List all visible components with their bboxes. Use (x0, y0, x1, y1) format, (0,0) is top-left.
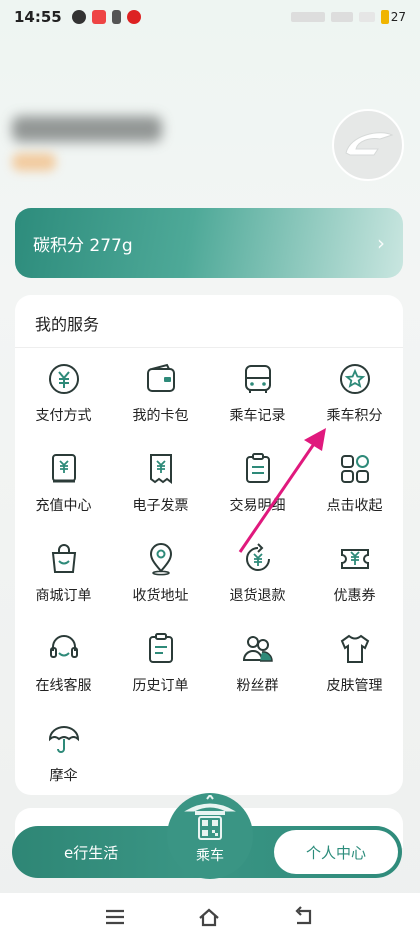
bus-icon (244, 365, 271, 393)
tab-e-life[interactable]: e行生活 (64, 842, 118, 863)
grid-collapse-icon (340, 455, 369, 483)
carbon-points-label: 碳积分 277g (33, 235, 133, 256)
location-pin-icon (149, 543, 172, 576)
service-payment-method[interactable]: 支付方式 (15, 361, 112, 441)
profile-name-blurred (12, 116, 162, 142)
tab-ride-label: 乘车 (196, 848, 224, 864)
status-right: 27 (290, 10, 406, 24)
service-ride-points[interactable]: 乘车积分 (306, 361, 403, 441)
service-label: 历史订单 (132, 678, 189, 694)
service-recharge-center[interactable]: 充值中心 (15, 451, 112, 531)
service-coupons[interactable]: 优惠券 (306, 541, 403, 621)
chevron-right-icon: › (377, 231, 385, 255)
phone-notification-icon (111, 10, 121, 24)
coupon-icon (340, 549, 369, 569)
wifi-icon (358, 12, 375, 22)
invoice-icon (149, 454, 172, 484)
system-nav-bar (0, 893, 420, 940)
service-label: 粉丝群 (236, 678, 279, 694)
service-label: 点击收起 (326, 498, 383, 514)
services-card: 我的服务 支付方式 我的卡包 乘车记录 乘车积分 充值中心 电子发票 交易明细 … (15, 295, 403, 795)
app-notification-icon (91, 10, 106, 24)
service-label: 乘车记录 (229, 408, 286, 424)
status-time: 14:55 (14, 8, 62, 26)
signal-icon (290, 12, 325, 22)
service-label: 摩伞 (49, 768, 78, 784)
tab-personal-center[interactable]: 个人中心 (274, 830, 398, 874)
service-label: 支付方式 (35, 408, 92, 424)
service-umbrella[interactable]: 摩伞 (15, 721, 112, 801)
recharge-book-icon (51, 454, 76, 483)
gear-icon (71, 10, 86, 24)
service-ride-records[interactable]: 乘车记录 (209, 361, 306, 441)
avatar[interactable] (332, 109, 404, 181)
services-title: 我的服务 (35, 315, 100, 334)
shirt-icon (340, 634, 369, 663)
service-label: 皮肤管理 (326, 678, 383, 694)
status-notification-icons (71, 10, 141, 24)
service-collapse[interactable]: 点击收起 (306, 451, 403, 531)
service-e-invoice[interactable]: 电子发票 (112, 451, 209, 531)
menu-icon[interactable] (103, 905, 127, 929)
service-my-cards[interactable]: 我的卡包 (112, 361, 209, 441)
service-label: 电子发票 (132, 498, 189, 514)
service-label: 乘车积分 (326, 408, 383, 424)
service-returns-refunds[interactable]: 退货退款 (209, 541, 306, 621)
service-label: 充值中心 (35, 498, 92, 514)
service-label: 商城订单 (35, 588, 92, 604)
service-online-support[interactable]: 在线客服 (15, 631, 112, 711)
wallet-icon (146, 363, 175, 392)
battery-indicator: 27 (380, 10, 406, 24)
signal2-icon (330, 12, 353, 22)
service-label: 退货退款 (229, 588, 286, 604)
service-transaction-details[interactable]: 交易明细 (209, 451, 306, 531)
service-label: 优惠券 (333, 588, 376, 604)
brand-notification-icon (126, 10, 141, 24)
divider (15, 347, 403, 348)
shopping-bag-icon (51, 544, 76, 573)
star-badge-icon (339, 364, 370, 394)
service-label: 交易明细 (229, 498, 286, 514)
yuan-coin-icon (48, 364, 79, 394)
refund-icon (245, 543, 270, 571)
tab-ride[interactable]: 乘车 (167, 793, 253, 879)
service-mall-orders[interactable]: 商城订单 (15, 541, 112, 621)
group-icon (242, 636, 273, 662)
profile-tag-blurred (12, 153, 56, 171)
clipboard-icon (245, 453, 270, 483)
headset-icon (49, 635, 78, 658)
service-skin-management[interactable]: 皮肤管理 (306, 631, 403, 711)
service-shipping-address[interactable]: 收货地址 (112, 541, 209, 621)
service-history-orders[interactable]: 历史订单 (112, 631, 209, 711)
logo-icon (345, 132, 394, 156)
service-label: 收货地址 (132, 588, 189, 604)
service-fan-group[interactable]: 粉丝群 (209, 631, 306, 711)
battery-icon (380, 10, 389, 24)
qr-pavilion-icon (184, 795, 236, 840)
status-bar: 14:55 27 (0, 0, 420, 34)
back-icon[interactable] (291, 905, 315, 929)
umbrella-icon (48, 726, 79, 753)
battery-level: 27 (390, 10, 406, 24)
history-clipboard-icon (148, 633, 173, 663)
service-label: 我的卡包 (132, 408, 189, 424)
service-label: 在线客服 (35, 678, 92, 694)
tab-personal-label: 个人中心 (305, 843, 366, 862)
home-icon[interactable] (197, 905, 221, 929)
carbon-points-card[interactable]: 碳积分 277g › (15, 208, 403, 278)
